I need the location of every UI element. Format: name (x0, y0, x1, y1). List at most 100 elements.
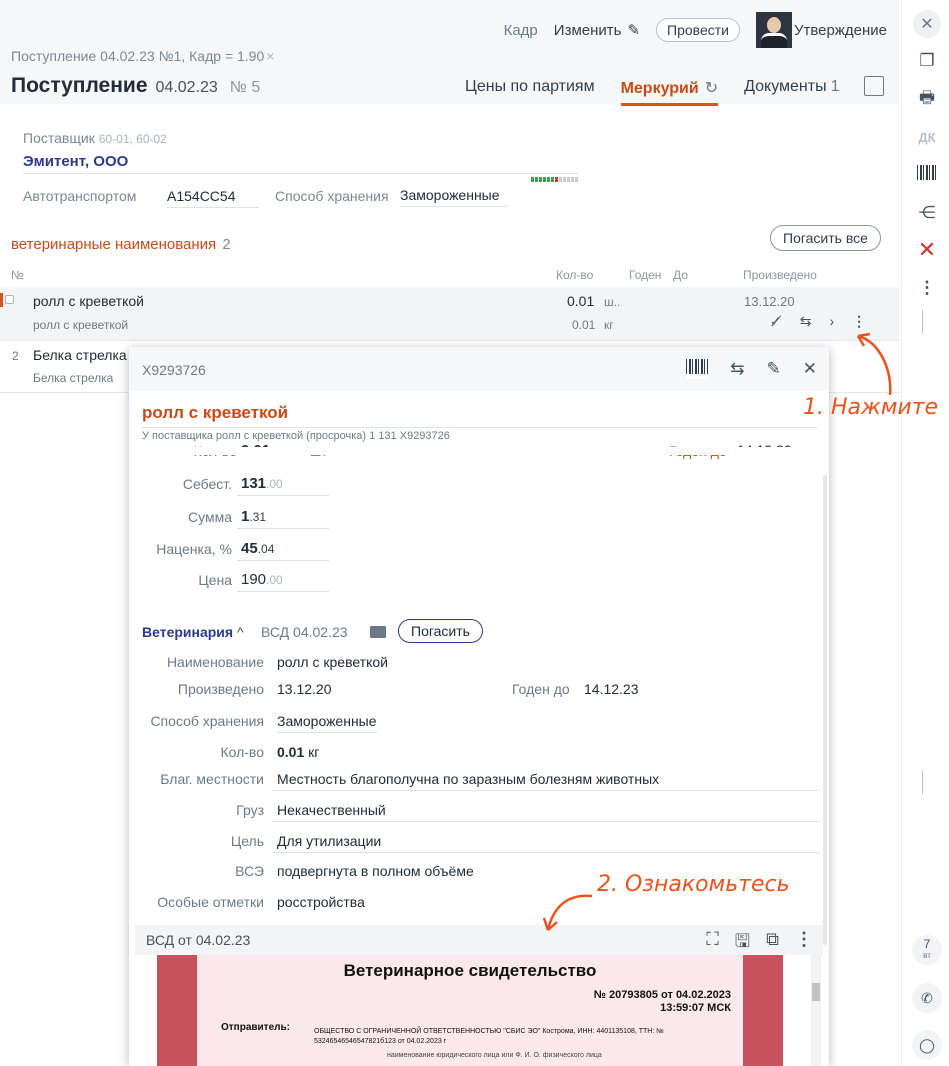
edit-label: Изменить (553, 21, 622, 39)
vet-section-label: Ветеринария (142, 624, 234, 640)
certificate-page: Ветеринарное свидетельство № 20793805 от… (157, 955, 783, 1066)
post-button[interactable]: Провести (656, 18, 740, 42)
certificate-number-text: № 20793805 от 04.02.2023 (593, 989, 731, 1001)
tab-documents-label: Документы (744, 78, 827, 95)
divider (272, 821, 820, 822)
col-until: До (673, 268, 688, 282)
certificate-title: Ветеринарное свидетельство (343, 961, 597, 980)
chevron-up-icon: ^ (236, 624, 244, 640)
panel-scrollbar[interactable] (823, 475, 827, 945)
header-actions: Кадр Изменить ✎ Провести Утверждение (504, 12, 887, 48)
frame-link[interactable]: Кадр (504, 22, 538, 39)
divider (237, 528, 329, 529)
row-name: ролл с креветкой (33, 293, 144, 309)
detail-storage-label: Способ хранения (150, 713, 264, 729)
barcode-icon[interactable] (686, 359, 709, 379)
approval-button[interactable]: Утверждение (755, 12, 887, 48)
close-icon[interactable]: ✕ (803, 359, 817, 379)
scroll-thumb[interactable] (812, 983, 820, 1001)
col-num: № (11, 268, 24, 282)
doc-date[interactable]: 04.02.23 (156, 79, 218, 97)
row-produced: 13.12.20 (744, 294, 795, 309)
cost-label: Себест. (182, 476, 232, 492)
more-vertical-icon[interactable]: ⋮ (916, 277, 938, 299)
price-field[interactable]: 190.00 (241, 571, 283, 588)
table-row[interactable]: ролл с креветкой ролл с креветкой 0.01 ш… (0, 287, 899, 341)
sender-label: Отправитель: (221, 1022, 290, 1033)
top-bar: Кадр Изменить ✎ Провести Утверждение Пос… (0, 0, 899, 106)
supplier-label-text: Поставщик (23, 130, 95, 146)
calendar-day-badge[interactable]: 7 вт (912, 935, 942, 965)
certificate-preview[interactable]: Ветеринарное свидетельство № 20793805 от… (135, 955, 823, 1066)
vet-section-toggle[interactable]: Ветеринария ^ (142, 624, 244, 640)
price-int: 190 (241, 571, 267, 588)
signature-document-icon[interactable] (864, 76, 884, 96)
pencil-icon[interactable]: ✎ (767, 359, 781, 379)
tab-batch-prices[interactable]: Цены по партиям (465, 78, 595, 98)
vet-list-title-text: ветеринарные наименования (11, 236, 217, 253)
storage-label: Способ хранения (275, 188, 389, 204)
detail-qty-unit: кг (308, 744, 320, 760)
supplier-label: Поставщик 60-01, 60-02 (23, 130, 167, 146)
chat-icon[interactable]: ◯ (912, 1030, 942, 1060)
item-name[interactable]: ролл с креветкой (142, 403, 288, 423)
share-icon[interactable]: ⋲ (916, 202, 938, 224)
detail-qty: 0.01 кг (277, 744, 319, 760)
close-icon[interactable]: ✕ (913, 10, 941, 38)
row-checkbox[interactable] (5, 295, 14, 304)
row-num: 2 (12, 349, 19, 363)
breadcrumb-text: Поступление 04.02.23 №1, Кадр = 1.90 (11, 48, 265, 64)
chevron-right-icon[interactable]: › (829, 313, 834, 330)
doc-title: Поступление (11, 74, 148, 97)
detail-cargo-value[interactable]: Некачественный (277, 802, 386, 818)
page-title: Поступление 04.02.23 № 5 (11, 74, 260, 98)
refresh-icon[interactable]: ↻ (705, 80, 718, 97)
detail-vse-label: ВСЭ (235, 863, 264, 879)
barcode-icon[interactable] (916, 164, 938, 186)
tab-mercury[interactable]: Меркурий ↻ (620, 78, 718, 106)
col-qty: Кол-во (556, 268, 594, 282)
storage-field[interactable]: Замороженные (400, 187, 508, 207)
detail-cargo-label: Груз (236, 802, 264, 818)
row-sub: ролл с креветкой (33, 318, 129, 332)
detail-valid-label: Годен до (512, 681, 570, 697)
dk-icon[interactable]: ДК (916, 126, 938, 148)
delete-icon[interactable]: ✕ (916, 237, 938, 262)
folder-icon[interactable] (370, 626, 386, 638)
detail-marks-value[interactable]: росстройства (277, 894, 365, 910)
detail-area-value[interactable]: Местность благополучна по заразным болез… (277, 771, 659, 787)
edit-button[interactable]: Изменить ✎ (553, 21, 641, 40)
tab-documents[interactable]: Документы 1 (744, 78, 839, 98)
detail-storage-value[interactable]: Замороженные (277, 713, 377, 733)
print-icon[interactable]: 🖶 (916, 88, 938, 110)
supplier-accounts: 60-01, 60-02 (98, 132, 167, 146)
preview-scrollbar[interactable] (811, 955, 821, 1066)
detail-produced-value: 13.12.20 (277, 681, 332, 697)
row-unit: ш.. (604, 295, 621, 309)
transport-field[interactable]: А154СС54 (167, 188, 259, 208)
breadcrumb[interactable]: Поступление 04.02.23 №1, Кадр = 1.90 × (11, 48, 274, 64)
more-menu-icon[interactable]: ⋮ (852, 313, 866, 330)
compare-icon[interactable]: ⇆ (730, 359, 744, 379)
phone-icon[interactable]: ✆ (912, 983, 942, 1013)
price-label: Цена (198, 572, 232, 588)
detail-goal-value[interactable]: Для утилизации (277, 833, 381, 849)
scroll-mask (129, 447, 829, 455)
supplier-info: У поставщика ролл с креветкой (просрочка… (142, 430, 450, 442)
detail-area-label: Благ. местности (160, 771, 264, 787)
accept-check-icon[interactable]: ✓̸ (770, 313, 782, 330)
copy-icon[interactable]: ❐ (916, 50, 938, 72)
pencil-icon: ✎ (627, 22, 641, 39)
markup-field[interactable]: 45.04 (241, 540, 274, 557)
divider (272, 790, 820, 791)
vet-list-count: 2 (222, 236, 231, 253)
doc-number[interactable]: № 5 (230, 79, 261, 97)
sum-field[interactable]: 1.31 (241, 508, 266, 525)
detail-marks-label: Особые отметки (157, 894, 264, 910)
cost-field[interactable]: 131.00 (241, 475, 283, 492)
supplier-name[interactable]: Эмитент, ООО (23, 153, 128, 170)
breadcrumb-close-icon[interactable]: × (266, 48, 274, 64)
compare-icon[interactable]: ⇆ (800, 313, 812, 330)
pay-button[interactable]: Погасить (398, 619, 483, 643)
pay-all-button[interactable]: Погасить все (770, 225, 881, 251)
